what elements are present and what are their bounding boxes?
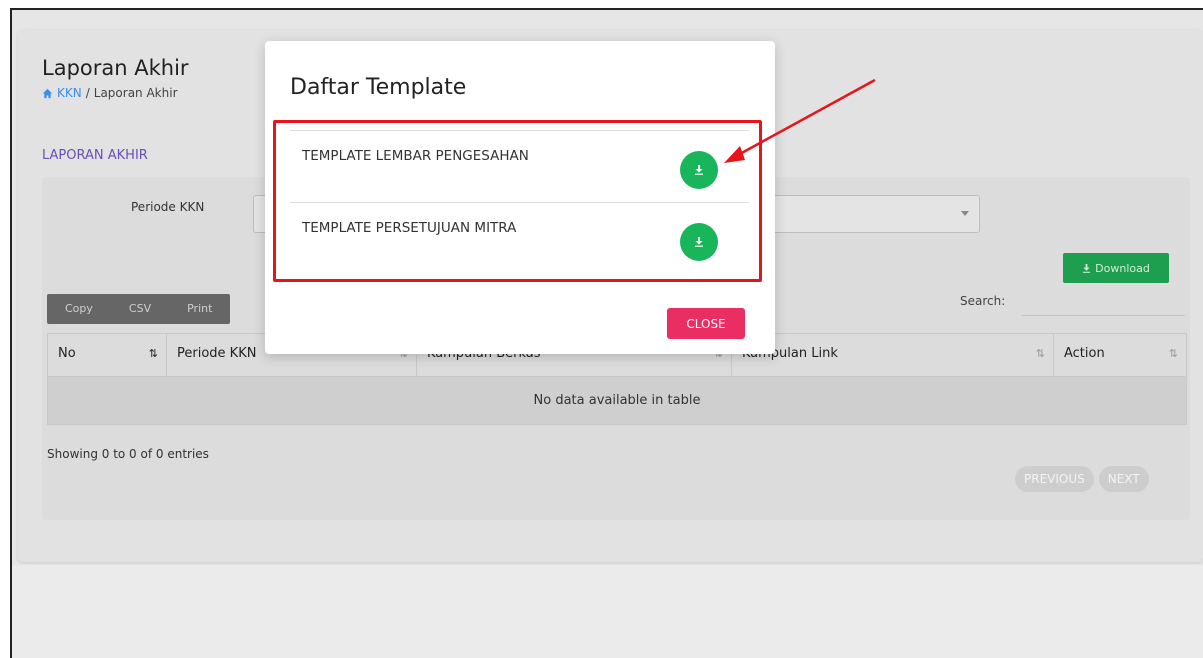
home-icon [42, 88, 53, 98]
next-button[interactable]: NEXT [1098, 466, 1149, 492]
periode-label: Periode KKN [131, 200, 205, 214]
page-background [12, 565, 1203, 658]
close-button[interactable]: CLOSE [667, 308, 745, 339]
pagination: PREVIOUS NEXT [1015, 466, 1149, 492]
column-header-no[interactable]: No ⇅ [47, 334, 167, 376]
print-button[interactable]: Print [169, 294, 230, 324]
highlight-box [273, 120, 762, 282]
download-button-label: Download [1095, 261, 1150, 275]
section-title: LAPORAN AKHIR [42, 148, 148, 163]
table-empty-row: No data available in table [47, 377, 1187, 425]
column-header-kumpulan-link[interactable]: Kumpulan Link ⇅ [732, 334, 1054, 376]
breadcrumb-separator: / [85, 86, 90, 100]
export-button-group: Copy CSV Print [47, 294, 231, 324]
table-info: Showing 0 to 0 of 0 entries [47, 447, 209, 461]
breadcrumb: KKN / Laporan Akhir [42, 86, 178, 100]
sort-icon: ⇅ [1035, 347, 1045, 360]
sort-icon: ⇅ [1168, 347, 1178, 360]
chevron-down-icon [961, 211, 969, 216]
page-title: Laporan Akhir [42, 56, 189, 80]
breadcrumb-current: Laporan Akhir [93, 86, 178, 100]
periode-select[interactable] [773, 195, 980, 233]
column-header-action[interactable]: Action ⇅ [1054, 334, 1187, 376]
search-input[interactable] [1022, 288, 1185, 316]
breadcrumb-link-kkn[interactable]: KKN [57, 86, 82, 100]
copy-button[interactable]: Copy [47, 294, 111, 324]
modal-title: Daftar Template [290, 75, 467, 100]
csv-button[interactable]: CSV [111, 294, 169, 324]
download-icon [1083, 263, 1091, 273]
previous-button[interactable]: PREVIOUS [1015, 466, 1094, 492]
search-label: Search: [960, 294, 1006, 308]
download-button[interactable]: Download [1063, 253, 1169, 283]
sort-icon: ⇅ [148, 347, 158, 360]
